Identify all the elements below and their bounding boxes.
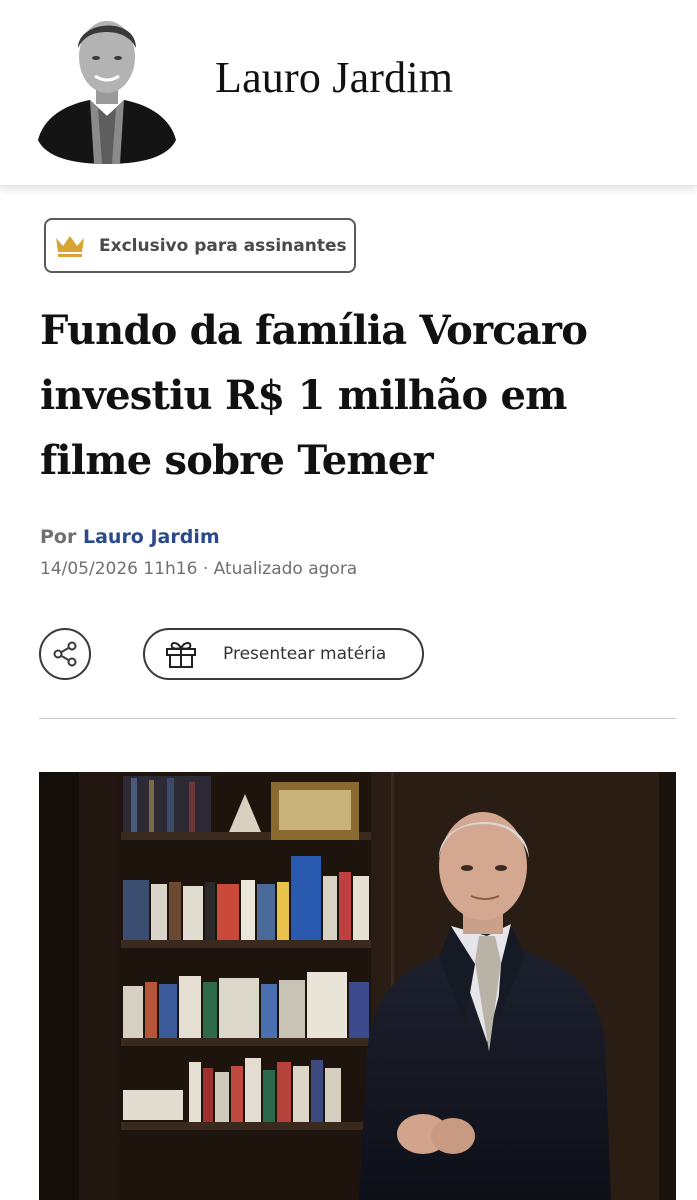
author-link[interactable]: Lauro Jardim xyxy=(83,526,220,548)
article-headline: Fundo da família Vorcaro investiu R$ 1 m… xyxy=(40,307,588,484)
lead-photo[interactable] xyxy=(39,772,676,1200)
publish-date: 14/05/2026 11h16 · Atualizado agora xyxy=(40,559,358,579)
author-avatar[interactable] xyxy=(38,12,176,164)
share-icon xyxy=(53,641,77,667)
share-button[interactable] xyxy=(39,628,91,680)
byline: Por Lauro Jardim xyxy=(40,526,220,548)
divider xyxy=(39,718,676,719)
gift-article-button[interactable]: Presentear matéria xyxy=(143,628,424,680)
gift-article-label: Presentear matéria xyxy=(223,644,387,664)
badge-label: Exclusivo para assinantes xyxy=(99,235,347,256)
gift-icon xyxy=(166,642,196,668)
column-header: Lauro Jardim xyxy=(0,0,697,186)
subscriber-exclusive-badge: Exclusivo para assinantes xyxy=(44,218,356,273)
crown-icon xyxy=(56,235,84,257)
lead-photo-illustration xyxy=(39,772,676,1200)
byline-prefix: Por xyxy=(40,526,77,548)
column-name[interactable]: Lauro Jardim xyxy=(215,52,453,103)
